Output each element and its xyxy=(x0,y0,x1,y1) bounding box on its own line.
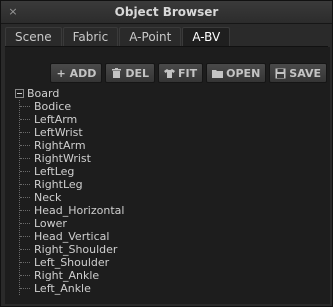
tree-item[interactable]: Neck xyxy=(20,191,124,204)
tree-item[interactable]: Lower xyxy=(20,217,124,230)
tree-item[interactable]: RightArm xyxy=(20,139,124,152)
folder-icon xyxy=(212,68,224,79)
open-button-label: OPEN xyxy=(226,66,261,80)
add-button[interactable]: + ADD xyxy=(49,63,103,83)
toolbar: + ADD DEL FIT OPEN SAVE xyxy=(47,63,327,83)
fit-button-label: FIT xyxy=(178,66,198,80)
collapse-icon[interactable] xyxy=(15,89,24,98)
add-button-label: ADD xyxy=(69,66,97,80)
plus-icon: + xyxy=(56,66,66,80)
tab-content: + ADD DEL FIT OPEN SAVE Board Bodice Lef… xyxy=(5,47,330,304)
delete-button[interactable]: DEL xyxy=(105,63,156,83)
tree-item[interactable]: LeftArm xyxy=(20,113,124,126)
tree-root-label: Board xyxy=(27,87,60,100)
tree-item[interactable]: LeftLeg xyxy=(20,165,124,178)
tree-item[interactable]: Right_Shoulder xyxy=(20,243,124,256)
tab-scene[interactable]: Scene xyxy=(5,27,62,46)
object-browser-panel: × Object Browser Scene Fabric A-Point A-… xyxy=(0,0,333,307)
tree-item[interactable]: Left_Ankle xyxy=(20,282,124,295)
save-button-label: SAVE xyxy=(289,66,321,80)
tree-item[interactable]: RightWrist xyxy=(20,152,124,165)
tree-item[interactable]: Bodice xyxy=(20,100,124,113)
tree-root[interactable]: Board xyxy=(15,87,124,100)
tab-a-bv[interactable]: A-BV xyxy=(182,27,231,46)
shirt-icon xyxy=(164,68,176,79)
tree-children: Bodice LeftArm LeftWrist RightArm RightW… xyxy=(19,100,124,295)
delete-button-label: DEL xyxy=(125,66,150,80)
tree-item[interactable]: Head_Horizontal xyxy=(20,204,124,217)
tab-bar: Scene Fabric A-Point A-BV xyxy=(5,27,231,47)
save-button[interactable]: SAVE xyxy=(269,63,327,83)
object-tree: Board Bodice LeftArm LeftWrist RightArm … xyxy=(15,87,124,295)
tab-a-point[interactable]: A-Point xyxy=(119,27,182,46)
floppy-icon xyxy=(275,68,286,79)
trash-icon xyxy=(111,67,122,79)
tab-fabric[interactable]: Fabric xyxy=(62,27,119,46)
open-button[interactable]: OPEN xyxy=(206,63,267,83)
tree-item[interactable]: LeftWrist xyxy=(20,126,124,139)
fit-button[interactable]: FIT xyxy=(158,63,204,83)
title-bar[interactable]: × Object Browser xyxy=(1,1,332,24)
tree-item[interactable]: RightLeg xyxy=(20,178,124,191)
tree-item[interactable]: Right_Ankle xyxy=(20,269,124,282)
tree-item[interactable]: Head_Vertical xyxy=(20,230,124,243)
tree-item[interactable]: Left_Shoulder xyxy=(20,256,124,269)
window-title: Object Browser xyxy=(114,5,219,19)
